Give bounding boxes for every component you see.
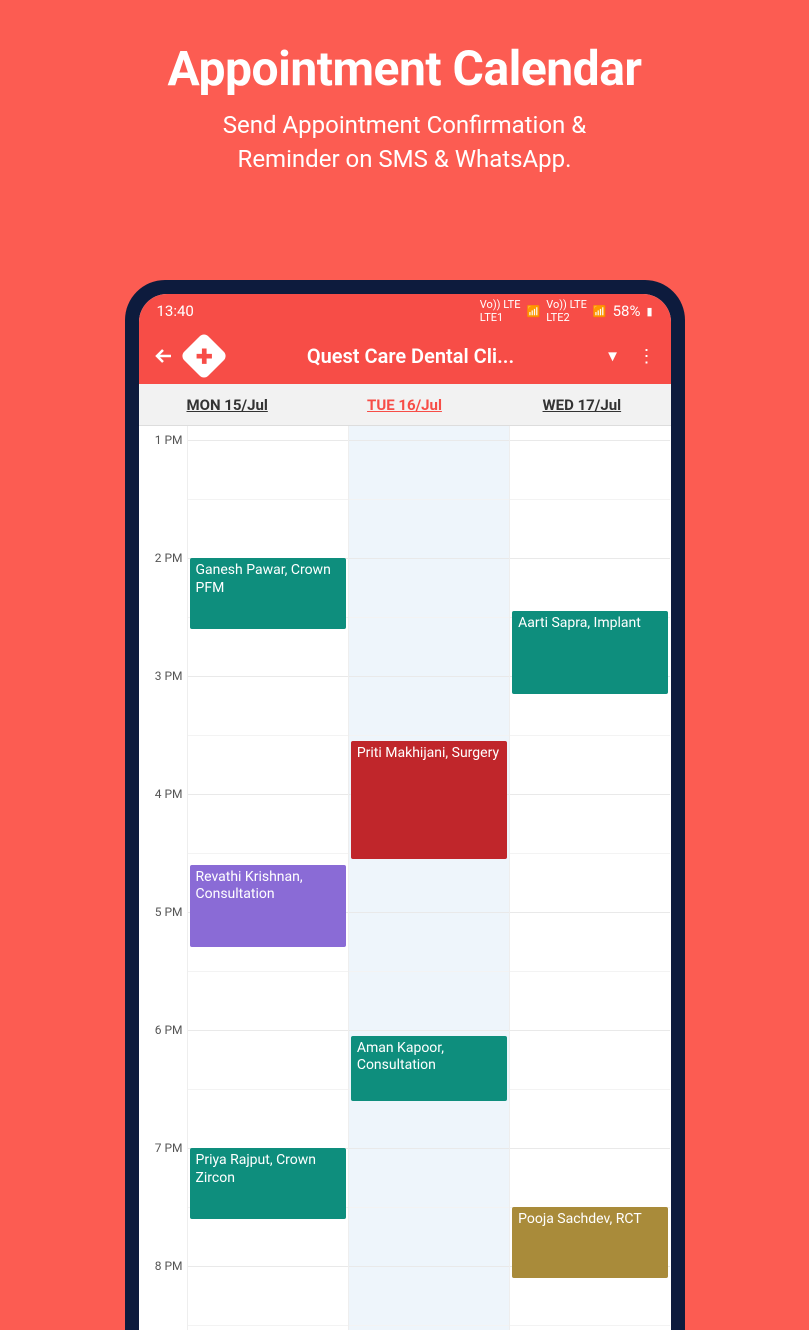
more-icon[interactable]: ⋮ xyxy=(635,354,659,359)
hour-label: 4 PM xyxy=(155,787,183,801)
appointment[interactable]: Pooja Sachdev, RCT xyxy=(512,1207,668,1278)
hour-label: 8 PM xyxy=(155,1259,183,1273)
page-title: Appointment Calendar xyxy=(0,0,809,97)
appointment[interactable]: Ganesh Pawar, Crown PFM xyxy=(190,558,346,629)
appointment[interactable]: Aarti Sapra, Implant xyxy=(512,611,668,694)
appointment[interactable]: Revathi Krishnan, Consultation xyxy=(190,865,346,948)
battery-icon: ▮ xyxy=(646,305,652,318)
appointment[interactable]: Priti Makhijani, Surgery xyxy=(351,741,507,859)
status-bar: 13:40 Vo)) LTELTE1 📶 Vo)) LTELTE2 📶 58% … xyxy=(139,294,671,328)
calendar-body[interactable]: 1 PM 2 PM 3 PM 4 PM 5 PM 6 PM 7 PM 8 PM Ganesh … xyxy=(139,426,671,1330)
phone-screen: 13:40 Vo)) LTELTE1 📶 Vo)) LTELTE2 📶 58% … xyxy=(139,294,671,1330)
hour-label: 3 PM xyxy=(155,669,183,683)
hour-label: 7 PM xyxy=(155,1141,183,1155)
day-columns: Ganesh Pawar, Crown PFM Revathi Krishnan… xyxy=(187,426,671,1330)
appointment[interactable]: Aman Kapoor, Consultation xyxy=(351,1036,507,1101)
chevron-down-icon[interactable]: ▼ xyxy=(601,347,625,365)
app-bar: ✚ Quest Care Dental Cli... ▼ ⋮ xyxy=(139,328,671,384)
app-title[interactable]: Quest Care Dental Cli... xyxy=(231,344,591,368)
page-subtitle: Send Appointment Confirmation & Reminder… xyxy=(0,109,809,176)
day-tabs: MON 15/JulTUE 16/JulWED 17/Jul xyxy=(139,384,671,426)
back-icon[interactable] xyxy=(151,343,177,369)
day-column-wed[interactable]: Aarti Sapra, Implant Pooja Sachdev, RCT xyxy=(509,426,670,1330)
day-column-mon[interactable]: Ganesh Pawar, Crown PFM Revathi Krishnan… xyxy=(187,426,348,1330)
day-tab-2[interactable]: WED 17/Jul xyxy=(493,384,670,425)
day-tab-0[interactable]: MON 15/Jul xyxy=(139,384,316,425)
network-icon: Vo)) LTELTE2 xyxy=(546,298,587,324)
hour-label: 2 PM xyxy=(155,551,183,565)
status-time: 13:40 xyxy=(157,302,194,320)
phone-frame: 13:40 Vo)) LTELTE1 📶 Vo)) LTELTE2 📶 58% … xyxy=(125,280,685,1330)
day-column-tue[interactable]: Priti Makhijani, Surgery Aman Kapoor, Co… xyxy=(348,426,509,1330)
day-tab-1[interactable]: TUE 16/Jul xyxy=(316,384,493,425)
app-logo-icon: ✚ xyxy=(179,332,227,380)
hour-label: 6 PM xyxy=(155,1023,183,1037)
signal-icon: 📶 xyxy=(526,305,540,318)
time-column: 1 PM 2 PM 3 PM 4 PM 5 PM 6 PM 7 PM 8 PM xyxy=(139,426,187,1330)
hour-label: 5 PM xyxy=(155,905,183,919)
network-icon: Vo)) LTELTE1 xyxy=(480,298,521,324)
signal-icon: 📶 xyxy=(593,305,607,318)
appointment[interactable]: Priya Rajput, Crown Zircon xyxy=(190,1148,346,1219)
hour-label: 1 PM xyxy=(155,433,183,447)
battery-label: 58% xyxy=(613,302,641,320)
